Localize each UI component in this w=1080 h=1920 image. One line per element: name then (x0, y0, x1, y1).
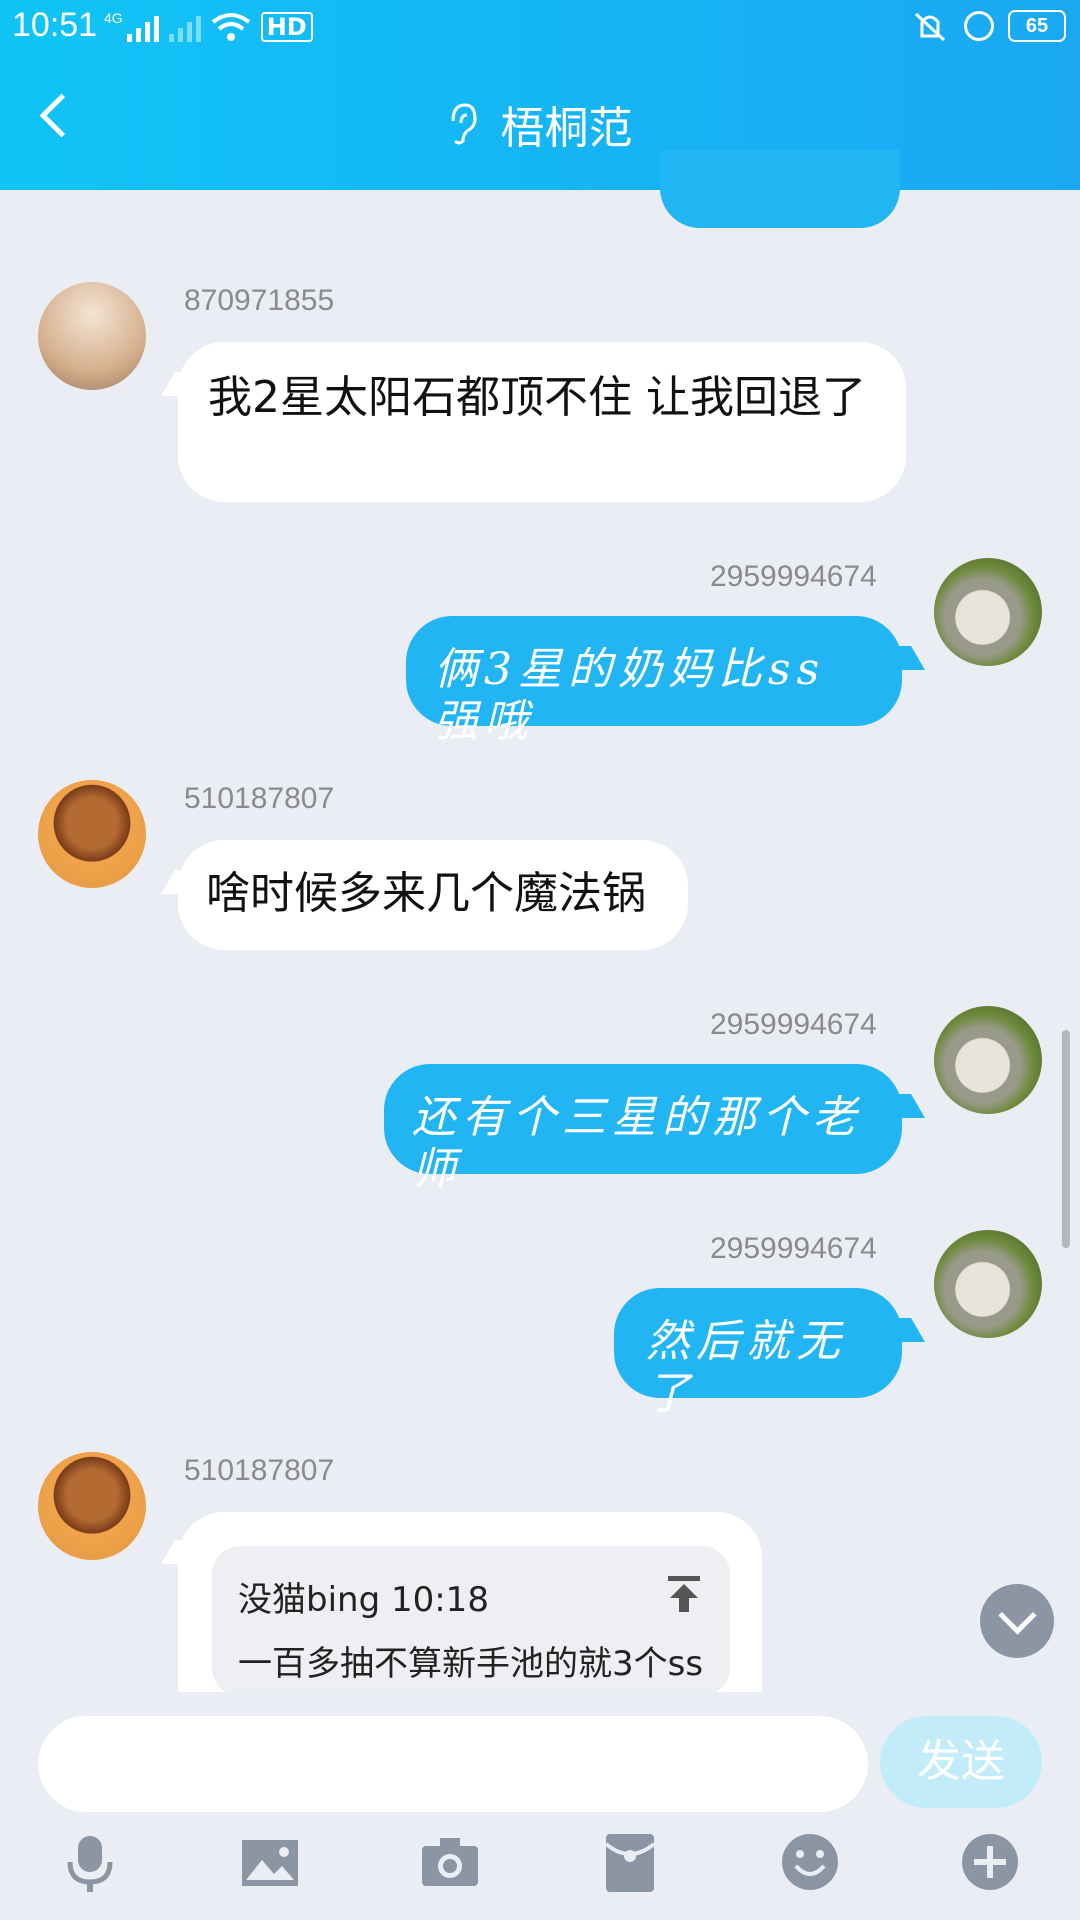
avatar[interactable] (934, 1006, 1042, 1114)
red-packet-icon[interactable] (598, 1830, 662, 1894)
plus-icon[interactable] (958, 1830, 1022, 1894)
chat-title: 梧桐范 (500, 103, 633, 154)
avatar[interactable] (38, 1452, 146, 1560)
avatar[interactable] (38, 282, 146, 390)
scrollbar[interactable] (1062, 1030, 1070, 1248)
send-button[interactable]: 发送 (880, 1716, 1042, 1808)
quote-header: 没猫bing 10:18 (238, 1580, 489, 1620)
network-type-label: 4G (104, 10, 123, 26)
sender-id: 2959994674 (710, 1232, 877, 1265)
message-input[interactable] (38, 1716, 868, 1812)
signal-2-icon (168, 12, 201, 42)
mic-icon[interactable] (58, 1830, 122, 1894)
ear-icon (451, 103, 477, 145)
status-left-icons: 4G HD (104, 10, 313, 42)
hd-icon: HD (260, 12, 313, 42)
quote-text: 一百多抽不算新手池的就3个ss (238, 1644, 704, 1684)
vibrate-mute-icon (914, 12, 946, 42)
status-time: 10:51 (12, 6, 98, 44)
wifi-icon (211, 13, 250, 41)
message-text: 俩3星的奶妈比ss强哦 (434, 644, 826, 747)
message-bubble[interactable]: 然后就无了 (614, 1288, 902, 1419)
status-bar: 10:51 4G HD 65 (0, 0, 1080, 56)
message-bubble[interactable]: 啥时候多来几个魔法锅 (178, 840, 688, 950)
message-bubble-partial[interactable] (660, 150, 900, 228)
message-bubble[interactable]: 我2星太阳石都顶不住 让我回退了 (178, 342, 906, 502)
pin-icon[interactable] (666, 1574, 702, 1614)
emoji-icon[interactable] (778, 1830, 842, 1894)
sender-id: 2959994674 (710, 560, 877, 593)
sender-id: 510187807 (184, 782, 335, 815)
avatar[interactable] (934, 1230, 1042, 1338)
sender-id: 870971855 (184, 284, 335, 317)
scroll-down-icon (998, 1596, 1037, 1635)
message-text: 啥时候多来几个魔法锅 (206, 868, 646, 919)
camera-icon[interactable] (418, 1830, 482, 1894)
sender-id: 2959994674 (710, 1008, 877, 1041)
scroll-down-button[interactable] (980, 1584, 1054, 1658)
message-bubble[interactable]: 俩3星的奶妈比ss强哦 (406, 616, 902, 747)
battery-icon: 65 (1008, 10, 1066, 42)
sender-id: 510187807 (184, 1454, 335, 1487)
avatar[interactable] (38, 780, 146, 888)
avatar[interactable] (934, 558, 1042, 666)
rotation-lock-icon (964, 11, 994, 41)
header-bar: 10:51 4G HD 65 梧桐范 (0, 0, 1080, 190)
message-text: 我2星太阳石都顶不住 让我回退了 (208, 372, 866, 423)
message-text: 然后就无了 (646, 1316, 846, 1419)
status-right-icons: 65 (910, 10, 1066, 42)
input-toolbar (0, 1830, 1080, 1900)
quoted-message[interactable]: 没猫bing 10:18 一百多抽不算新手池的就3个ss (212, 1546, 730, 1696)
message-text: 还有个三星的那个老师 (412, 1092, 862, 1195)
image-icon[interactable] (238, 1830, 302, 1894)
title-area: 梧桐范 (0, 92, 1080, 156)
signal-icon (126, 12, 159, 42)
message-bubble[interactable]: 还有个三星的那个老师 (384, 1064, 902, 1195)
